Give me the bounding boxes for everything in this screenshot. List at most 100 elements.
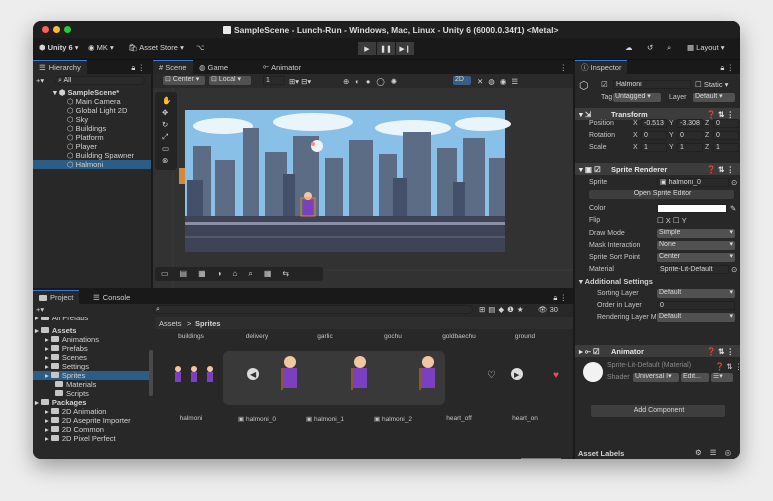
add-component-button[interactable]: Add Component — [591, 405, 725, 417]
close-button[interactable] — [42, 26, 49, 33]
rotate-tool-icon[interactable]: ↻ — [162, 120, 168, 129]
tab-inspector[interactable]: ⓘ Inspector — [575, 60, 628, 74]
asset-item[interactable]: garlic — [295, 333, 355, 340]
tree-scrollbar[interactable] — [149, 350, 153, 396]
sprite-field[interactable]: ▣ halmoni_0 — [657, 178, 729, 187]
play-button[interactable]: ▶ — [358, 42, 376, 55]
minimize-button[interactable] — [53, 26, 60, 33]
tab-hierarchy[interactable]: ☰ Hierarchy — [33, 60, 87, 74]
eyedropper-icon[interactable]: ✎ — [730, 204, 736, 213]
project-filter-icons[interactable]: ⊞▤◆❶★ — [479, 305, 527, 314]
material-picker-icon[interactable]: ⊙ — [731, 265, 737, 274]
grid-snap-icon[interactable]: ⊞▾ ⊟▾ — [289, 77, 311, 86]
folder-tree-item[interactable]: ▸ Prefabs — [33, 344, 149, 353]
hierarchy-item[interactable]: ⬡ Sky — [33, 115, 151, 124]
transform-position-z-field[interactable]: 0 — [713, 119, 739, 128]
tab-animator[interactable]: ⟜ Animator — [257, 60, 307, 74]
tab-scene[interactable]: # Scene — [153, 60, 193, 74]
folder-tree-item[interactable]: ▸ Scenes — [33, 353, 149, 362]
flip-toggles[interactable]: ☐ X ☐ Y — [657, 216, 687, 225]
tab-game[interactable]: ◍ Game — [193, 60, 234, 74]
hand-tool-icon[interactable]: ✋ — [162, 96, 171, 105]
version-control-icon[interactable]: ⌥ — [196, 43, 205, 52]
pause-button[interactable]: ❚❚ — [377, 42, 395, 55]
folder-tree-item[interactable]: ▸ All Prefabs — [33, 317, 149, 322]
undo-history-icon[interactable]: ↺ — [647, 43, 653, 52]
draw-mode-dropdown[interactable]: Simple ▾ — [657, 229, 735, 238]
shader-edit-button[interactable]: Edit... — [681, 373, 709, 382]
transform-scale-y-field[interactable]: 1 — [677, 143, 703, 152]
cloud-icon[interactable]: ☁ — [625, 43, 633, 52]
material-menu-icon[interactable]: ❓ ⇅ ⋮ — [715, 362, 740, 371]
add-object-button[interactable]: +▾ — [36, 76, 44, 85]
hierarchy-item[interactable]: ⬡ Player — [33, 142, 151, 151]
folder-tree-item[interactable]: ▸ Packages — [33, 398, 149, 407]
static-toggle[interactable]: ☐ Static ▾ — [695, 80, 728, 89]
pivot-dropdown[interactable]: ⊡ Center ▾ — [163, 76, 205, 85]
asset-item[interactable]: ▣ halmoni_2 — [363, 415, 423, 423]
step-button[interactable]: ▶❙ — [396, 42, 414, 55]
folder-tree-item[interactable]: ▸ 2D Pixel Perfect — [33, 434, 149, 443]
hierarchy-item[interactable]: ⬡ Main Camera — [33, 97, 151, 106]
scene-viewport[interactable]: ✋ ✥ ↻ ⤢ ▭ ⊗ ▭▤▦◑⌂⌕▦⇆ — [153, 88, 573, 288]
transform-rotation-y-field[interactable]: 0 — [677, 131, 703, 140]
folder-tree-item[interactable]: ▸ Assets — [33, 326, 149, 335]
zoom-button[interactable] — [64, 26, 71, 33]
transform-scale-x-field[interactable]: 1 — [641, 143, 667, 152]
additional-settings-foldout[interactable]: ▾ Additional Settings — [579, 277, 653, 286]
object-name-field[interactable]: Halmoni — [613, 80, 691, 89]
material-field[interactable]: Sprite-Lit-Default — [657, 265, 729, 274]
unity-menu-button[interactable]: ⬢ Unity 6 ▾ — [39, 43, 79, 52]
tab-project[interactable]: Project — [33, 290, 80, 304]
scene-view-options[interactable]: ✕◍◉☰ — [477, 77, 523, 86]
draw-mode-icons[interactable]: ⊕◐●◯✺ — [343, 77, 403, 86]
folder-tree-item[interactable]: Materials — [33, 380, 149, 389]
asset-item[interactable]: delivery — [227, 333, 287, 340]
layer-dropdown[interactable]: Default ▾ — [693, 93, 735, 102]
asset-item[interactable]: buildings — [161, 333, 221, 340]
asset-item[interactable]: gochu — [363, 333, 423, 340]
order-field[interactable]: 0 — [657, 301, 735, 310]
move-tool-icon[interactable]: ✥ — [162, 108, 168, 117]
open-sprite-editor-button[interactable]: Open Sprite Editor — [589, 190, 734, 199]
transform-position-y-field[interactable]: -3.308 — [677, 119, 703, 128]
folder-tree-item[interactable]: ▸ 2D Common — [33, 425, 149, 434]
account-button[interactable]: ◉ MK ▾ — [88, 43, 114, 52]
tag-dropdown[interactable]: Untagged ▾ — [613, 93, 661, 102]
transform-position-x-field[interactable]: -0.513 — [641, 119, 667, 128]
asset-item[interactable]: ground — [495, 333, 555, 340]
breadcrumb-sprites[interactable]: Sprites — [195, 319, 220, 328]
search-icon[interactable]: ⌕ — [667, 43, 671, 53]
asset-item[interactable]: halmoni — [161, 415, 221, 422]
project-add-button[interactable]: +▾ — [36, 305, 44, 314]
hierarchy-item[interactable]: ⬡ Global Light 2D — [33, 106, 151, 115]
2d-toggle[interactable]: 2D — [453, 76, 471, 85]
hierarchy-item[interactable]: ⬡ Building Spawner — [33, 151, 151, 160]
rect-tool-icon[interactable]: ▭ — [162, 144, 169, 153]
folder-tree-item[interactable]: ▸ 2D Aseprite Importer — [33, 416, 149, 425]
hierarchy-item[interactable]: ⬡ Buildings — [33, 124, 151, 133]
sorting-layer-dropdown[interactable]: Default ▾ — [657, 289, 735, 298]
scene-root[interactable]: ▾ ⬢ SampleScene* — [53, 88, 119, 97]
asset-store-button[interactable]: 🛍 Asset Store ▾ — [128, 43, 184, 52]
transform-tool-icon[interactable]: ⊗ — [162, 156, 168, 165]
layout-dropdown[interactable]: ▦ Layout ▾ — [687, 43, 725, 52]
snap-field[interactable]: 1 — [263, 76, 285, 85]
asset-item[interactable]: ▣ halmoni_1 — [295, 415, 355, 423]
shader-options-button[interactable]: ☰▾ — [711, 373, 733, 382]
hierarchy-search-input[interactable]: ⌕ All — [55, 76, 145, 85]
hierarchy-item[interactable]: ⬡ Platform — [33, 133, 151, 142]
folder-tree-item[interactable]: ▸ Settings — [33, 362, 149, 371]
asset-item[interactable]: ▣ halmoni_0 — [227, 415, 287, 423]
status-icons[interactable]: ⚙ ☰ ◎ — [695, 448, 734, 457]
sprite-renderer-header[interactable]: ▾ ▣ ☑ Sprite Renderer ❓ ⇅ ⋮ — [575, 163, 740, 175]
scale-tool-icon[interactable]: ⤢ — [162, 132, 168, 142]
folder-tree-item[interactable]: Scripts — [33, 389, 149, 398]
sort-point-dropdown[interactable]: Center ▾ — [657, 253, 735, 262]
zoom-slider[interactable] — [521, 458, 561, 459]
folder-tree-item[interactable]: ▸ Sprites — [33, 371, 149, 380]
transform-scale-z-field[interactable]: 1 — [713, 143, 739, 152]
mask-dropdown[interactable]: None ▾ — [657, 241, 735, 250]
lock-icon[interactable]: 🔒︎ ⋮ — [131, 63, 145, 73]
hierarchy-item[interactable]: ⬡ Halmoni — [33, 160, 151, 169]
